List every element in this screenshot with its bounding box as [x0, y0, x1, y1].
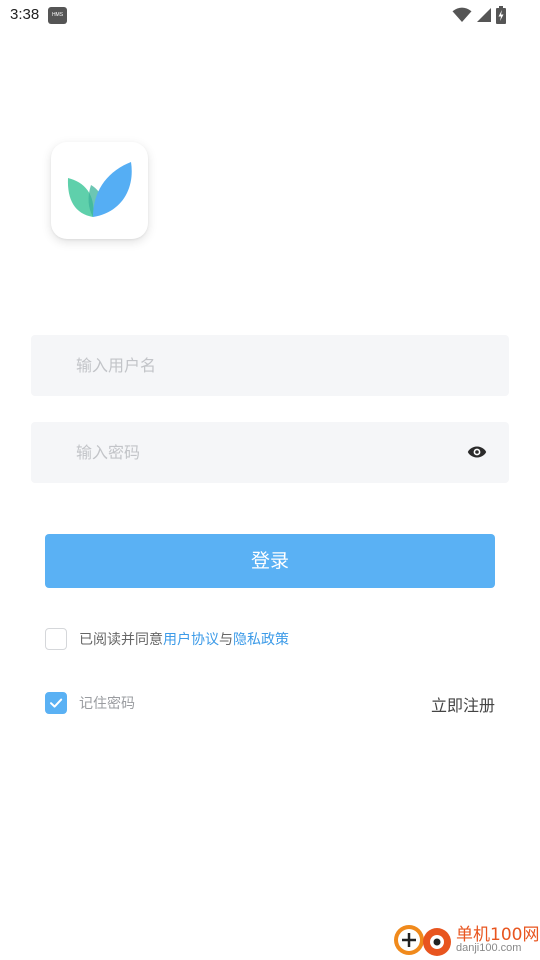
privacy-policy-link[interactable]: 隐私政策: [233, 632, 289, 648]
leaf-logo-icon: [67, 162, 132, 217]
register-link[interactable]: 立即注册: [431, 692, 495, 716]
check-icon: [49, 698, 62, 708]
login-screen: 3:38 HMS 输入用户名 登录 已阅读并同意用户协议与隐私政策 记住密码 立…: [0, 0, 540, 960]
battery-charging-icon: [496, 6, 506, 24]
user-agreement-link[interactable]: 用户协议: [163, 632, 219, 648]
agreement-prefix: 已阅读并同意: [79, 632, 163, 648]
watermark: 单机100网 danji100.com: [392, 918, 540, 960]
agreement-row: 已阅读并同意用户协议与隐私政策: [45, 626, 289, 652]
remember-label: 记住密码: [79, 696, 135, 712]
watermark-logo-icon: [394, 925, 451, 956]
username-input[interactable]: [76, 335, 456, 396]
agreement-joiner: 与: [219, 632, 233, 648]
status-icons: [452, 5, 506, 25]
login-button[interactable]: 登录: [45, 534, 495, 588]
status-bar: 3:38 HMS: [0, 0, 540, 32]
remember-row: 记住密码: [45, 690, 135, 716]
watermark-url: danji100.com: [456, 942, 522, 954]
wifi-icon: [452, 7, 472, 22]
status-time: 3:38: [10, 6, 40, 23]
password-input[interactable]: [76, 422, 456, 483]
password-field[interactable]: [31, 422, 509, 483]
hms-badge: HMS: [48, 7, 67, 24]
agreement-checkbox[interactable]: [45, 628, 67, 650]
username-field[interactable]: [31, 335, 509, 396]
signal-icon: [477, 8, 491, 22]
remember-checkbox[interactable]: [45, 692, 67, 714]
eye-icon[interactable]: [467, 442, 487, 462]
app-logo: [51, 142, 148, 239]
agreement-text: 已阅读并同意用户协议与隐私政策: [79, 629, 289, 649]
